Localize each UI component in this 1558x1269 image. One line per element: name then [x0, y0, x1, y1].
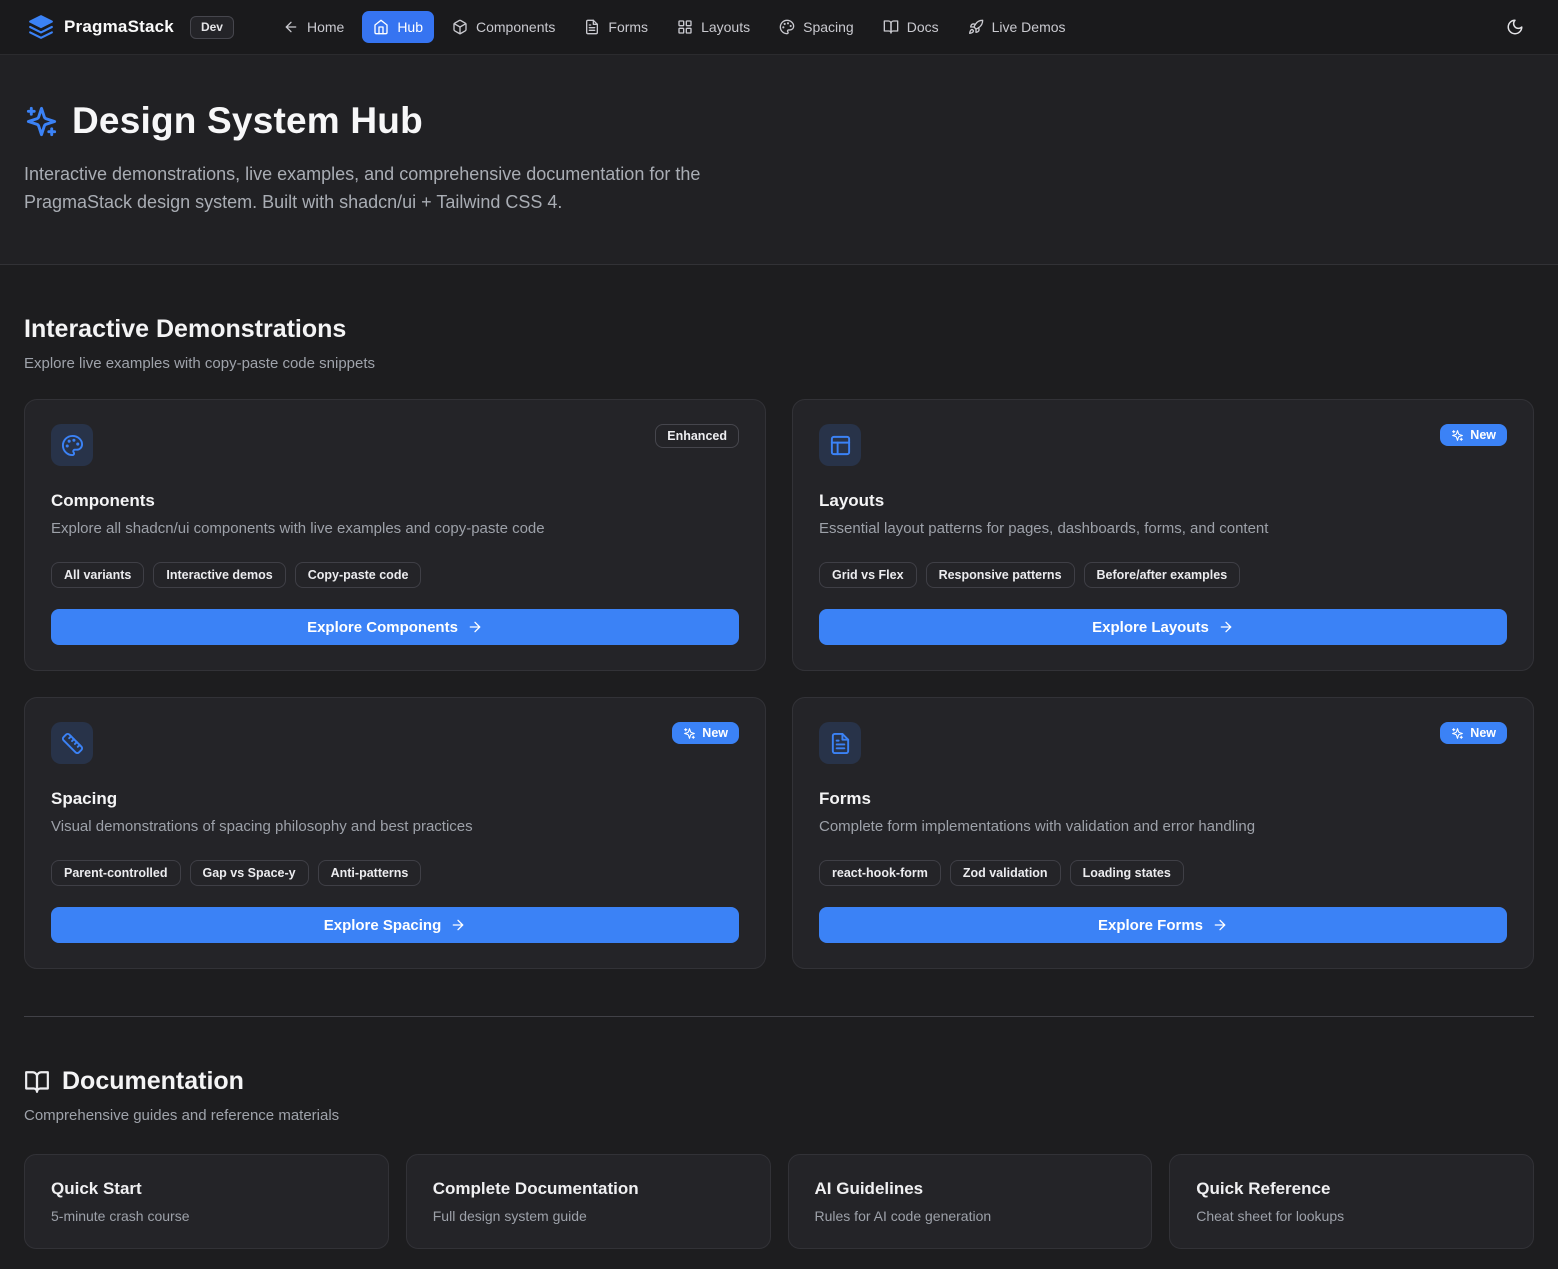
- book-open-icon: [24, 1069, 50, 1095]
- nav-item-hub[interactable]: Hub: [362, 11, 434, 43]
- doc-card-subtitle: Rules for AI code generation: [815, 1208, 1126, 1224]
- page-title: Design System Hub: [72, 100, 423, 142]
- doc-card-subtitle: 5-minute crash course: [51, 1208, 362, 1224]
- palette-icon: [779, 19, 795, 35]
- feature-tag: Gap vs Space-y: [190, 860, 309, 886]
- docs-section-title: Documentation: [24, 1067, 1534, 1096]
- arrow-right-icon: [1218, 619, 1234, 635]
- explore-button[interactable]: Explore Spacing: [51, 907, 739, 943]
- explore-button[interactable]: Explore Components: [51, 609, 739, 645]
- doc-card-ai-guidelines[interactable]: AI Guidelines Rules for AI code generati…: [788, 1154, 1153, 1249]
- sparkles-icon: [24, 104, 59, 139]
- explore-button[interactable]: Explore Layouts: [819, 609, 1507, 645]
- feature-tag: Parent-controlled: [51, 860, 181, 886]
- nav-item-home[interactable]: Home: [272, 11, 355, 43]
- doc-card-grid: Quick Start 5-minute crash course Comple…: [24, 1154, 1534, 1269]
- demo-card-components[interactable]: Enhanced Components Explore all shadcn/u…: [24, 399, 766, 671]
- status-badge: Enhanced: [655, 424, 739, 448]
- doc-card-quick-start[interactable]: Quick Start 5-minute crash course: [24, 1154, 389, 1249]
- tag-row: All variants Interactive demos Copy-paste …: [51, 562, 739, 588]
- tag-row: Grid vs Flex Responsive patterns Before/af…: [819, 562, 1507, 588]
- demos-section-header: Interactive Demonstrations Explore live …: [24, 265, 1534, 372]
- rocket-icon: [968, 19, 984, 35]
- theme-toggle-button[interactable]: [1498, 10, 1532, 44]
- demo-card-forms[interactable]: New Forms Complete form implementations …: [792, 697, 1534, 969]
- demo-card-grid: Enhanced Components Explore all shadcn/u…: [24, 399, 1534, 969]
- brand-name: PragmaStack: [64, 17, 174, 37]
- demo-card-title: Spacing: [51, 789, 739, 809]
- sparkles-icon: [1451, 727, 1464, 740]
- feature-tag: All variants: [51, 562, 144, 588]
- docs-section-header: Documentation Comprehensive guides and r…: [24, 1017, 1534, 1124]
- brand[interactable]: PragmaStack Dev: [28, 14, 234, 40]
- demo-card-description: Visual demonstrations of spacing philoso…: [51, 818, 739, 835]
- demo-card-description: Essential layout patterns for pages, das…: [819, 520, 1507, 537]
- demo-card-spacing[interactable]: New Spacing Visual demonstrations of spa…: [24, 697, 766, 969]
- doc-card-complete-documentation[interactable]: Complete Documentation Full design syste…: [406, 1154, 771, 1249]
- package-icon: [452, 19, 468, 35]
- layers-logo-icon: [28, 14, 54, 40]
- feature-tag: Grid vs Flex: [819, 562, 917, 588]
- panels-top-left-icon: [829, 434, 852, 457]
- nav-item-layouts[interactable]: Layouts: [666, 11, 761, 43]
- status-badge: New: [1440, 424, 1507, 446]
- book-open-icon: [883, 19, 899, 35]
- main-content: Interactive Demonstrations Explore live …: [0, 265, 1558, 1269]
- navbar: PragmaStack Dev Home Hub Components Form…: [0, 0, 1558, 55]
- demo-card-title: Forms: [819, 789, 1507, 809]
- nav-item-docs[interactable]: Docs: [872, 11, 950, 43]
- doc-card-subtitle: Cheat sheet for lookups: [1196, 1208, 1507, 1224]
- demos-section-subtitle: Explore live examples with copy-paste co…: [24, 355, 1534, 372]
- arrow-right-icon: [467, 619, 483, 635]
- doc-card-title: Complete Documentation: [433, 1179, 744, 1199]
- feature-tag: Copy-paste code: [295, 562, 422, 588]
- nav-item-live-demos[interactable]: Live Demos: [957, 11, 1077, 43]
- arrow-left-icon: [283, 19, 299, 35]
- nav-item-forms[interactable]: Forms: [573, 11, 659, 43]
- sparkles-icon: [683, 727, 696, 740]
- layout-grid-icon: [677, 19, 693, 35]
- nav-item-components[interactable]: Components: [441, 11, 566, 43]
- status-badge: New: [1440, 722, 1507, 744]
- doc-card-subtitle: Full design system guide: [433, 1208, 744, 1224]
- tag-row: Parent-controlled Gap vs Space-y Anti-patt…: [51, 860, 739, 886]
- arrow-right-icon: [1212, 917, 1228, 933]
- demo-card-description: Explore all shadcn/ui components with li…: [51, 520, 739, 537]
- demos-section-title: Interactive Demonstrations: [24, 315, 1534, 344]
- file-text-icon: [829, 732, 852, 755]
- doc-card-quick-reference[interactable]: Quick Reference Cheat sheet for lookups: [1169, 1154, 1534, 1249]
- doc-card-title: Quick Start: [51, 1179, 362, 1199]
- file-text-icon: [584, 19, 600, 35]
- env-badge: Dev: [190, 16, 234, 39]
- hero-section: Design System Hub Interactive demonstrat…: [0, 55, 1558, 265]
- sparkles-icon: [1451, 429, 1464, 442]
- palette-icon: [61, 434, 84, 457]
- tag-row: react-hook-form Zod validation Loading sta…: [819, 860, 1507, 886]
- docs-section-title-text: Documentation: [62, 1067, 244, 1096]
- feature-tag: Interactive demos: [153, 562, 285, 588]
- demo-card-title: Components: [51, 491, 739, 511]
- ruler-icon: [61, 732, 84, 755]
- doc-card-title: AI Guidelines: [815, 1179, 1126, 1199]
- feature-tag: react-hook-form: [819, 860, 941, 886]
- page-description: Interactive demonstrations, live example…: [24, 160, 769, 216]
- home-icon: [373, 19, 389, 35]
- docs-section-subtitle: Comprehensive guides and reference mater…: [24, 1107, 1534, 1124]
- doc-card-title: Quick Reference: [1196, 1179, 1507, 1199]
- main-nav: Home Hub Components Forms Layouts: [272, 11, 1077, 43]
- demo-card-description: Complete form implementations with valid…: [819, 818, 1507, 835]
- explore-button[interactable]: Explore Forms: [819, 907, 1507, 943]
- feature-tag: Loading states: [1070, 860, 1184, 886]
- demo-card-layouts[interactable]: New Layouts Essential layout patterns fo…: [792, 399, 1534, 671]
- demo-card-title: Layouts: [819, 491, 1507, 511]
- feature-tag: Before/after examples: [1084, 562, 1241, 588]
- feature-tag: Responsive patterns: [926, 562, 1075, 588]
- moon-icon: [1506, 18, 1524, 36]
- arrow-right-icon: [450, 917, 466, 933]
- feature-tag: Zod validation: [950, 860, 1061, 886]
- status-badge: New: [672, 722, 739, 744]
- feature-tag: Anti-patterns: [318, 860, 422, 886]
- nav-item-spacing[interactable]: Spacing: [768, 11, 865, 43]
